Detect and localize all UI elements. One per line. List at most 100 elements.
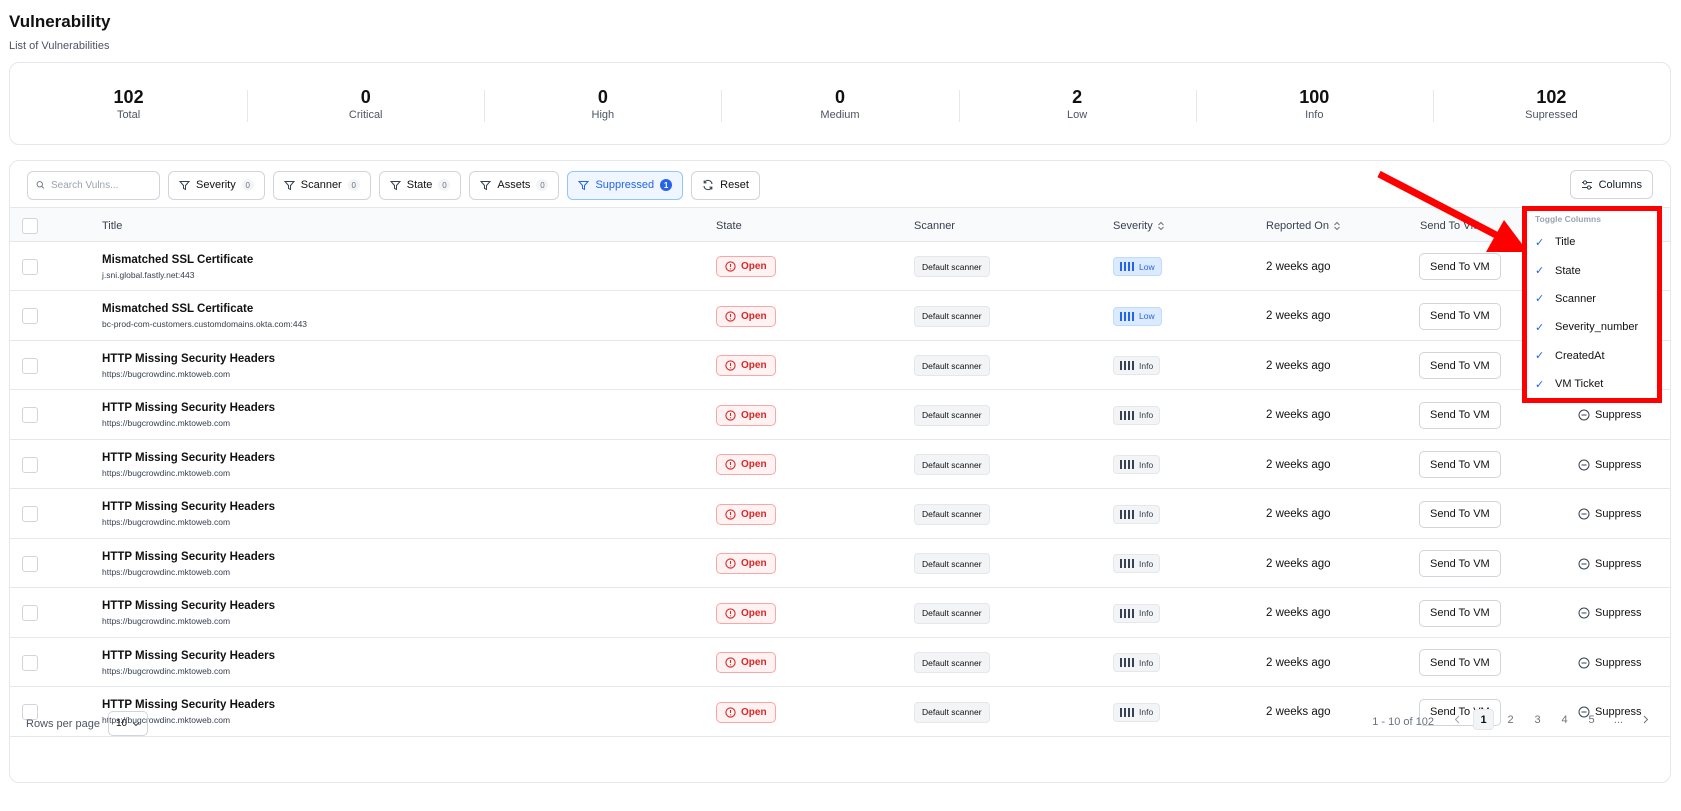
reset-button[interactable]: Reset <box>691 170 760 200</box>
severity-label: Info <box>1139 360 1154 371</box>
stat-value: 102 <box>1536 87 1567 107</box>
suppress-button[interactable]: Suppress <box>1578 459 1641 471</box>
filter-state-button[interactable]: State 0 <box>378 170 462 200</box>
page-1-button[interactable]: 1 <box>1473 709 1494 730</box>
page-3-button[interactable]: 3 <box>1527 709 1548 730</box>
column-toggle-severity-number[interactable]: ✓ Severity_number <box>1535 313 1649 341</box>
reported-on: 2 weeks ago <box>1266 607 1331 619</box>
filter-count-badge: 0 <box>536 179 549 191</box>
suppress-button[interactable]: Suppress <box>1578 657 1641 669</box>
vuln-title[interactable]: HTTP Missing Security Headers <box>102 600 275 612</box>
severity-label: Low <box>1139 311 1155 321</box>
severity-badge: Info <box>1113 455 1161 474</box>
table-row[interactable]: Mismatched SSL Certificate bc-prod-com-cu… <box>10 292 1670 341</box>
table-row[interactable]: Mismatched SSL Certificate j.sni.global.f… <box>10 242 1670 291</box>
next-page-button[interactable] <box>1635 709 1656 730</box>
table-row[interactable]: HTTP Missing Security Headers https://bug… <box>10 440 1670 489</box>
severity-bars-icon <box>1120 608 1134 618</box>
prev-page-button[interactable] <box>1446 709 1467 730</box>
vuln-title[interactable]: HTTP Missing Security Headers <box>102 650 275 662</box>
header-severity[interactable]: Severity <box>1113 208 1165 243</box>
vuln-title[interactable]: HTTP Missing Security Headers <box>102 452 275 464</box>
row-checkbox[interactable] <box>22 605 38 621</box>
alert-circle-icon <box>725 360 736 371</box>
search-input[interactable] <box>51 179 151 191</box>
header-state[interactable]: State <box>716 208 742 243</box>
column-toggle-title[interactable]: ✓ Title <box>1535 228 1649 256</box>
table-row[interactable]: HTTP Missing Security Headers https://bug… <box>10 589 1670 638</box>
search-box[interactable] <box>27 170 160 200</box>
send-to-vm-button[interactable]: Send To VM <box>1419 451 1501 478</box>
send-to-vm-button[interactable]: Send To VM <box>1419 649 1501 676</box>
suppress-label: Suppress <box>1595 557 1642 570</box>
send-to-vm-button[interactable]: Send To VM <box>1419 599 1501 627</box>
header-scanner[interactable]: Scanner <box>914 208 955 243</box>
header-reported[interactable]: Reported On <box>1266 208 1341 243</box>
row-checkbox[interactable] <box>22 654 38 671</box>
send-to-vm-button[interactable]: Send To VM <box>1419 253 1501 280</box>
row-checkbox-cell <box>22 539 38 588</box>
vuln-title[interactable]: HTTP Missing Security Headers <box>102 501 275 513</box>
send-to-vm-button[interactable]: Send To VM <box>1419 401 1501 429</box>
row-checkbox[interactable] <box>22 456 38 473</box>
table-row[interactable]: HTTP Missing Security Headers https://bug… <box>10 490 1670 539</box>
header-title[interactable]: Title <box>102 208 122 243</box>
vuln-title[interactable]: HTTP Missing Security Headers <box>102 353 275 365</box>
send-cell: Send To VM <box>1419 440 1501 489</box>
row-checkbox[interactable] <box>22 357 38 374</box>
row-checkbox[interactable] <box>22 258 38 275</box>
row-checkbox[interactable] <box>22 407 38 423</box>
filter-label: Scanner <box>300 179 342 191</box>
column-toggle-state[interactable]: ✓ State <box>1535 256 1649 284</box>
page-range: 1 - 10 of 102 <box>1372 716 1434 728</box>
send-to-vm-button[interactable]: Send To VM <box>1419 352 1501 379</box>
stat-medium: 0 Medium <box>721 86 958 122</box>
filter-severity-button[interactable]: Severity 0 <box>168 170 265 200</box>
severity-cell: Info <box>1113 589 1161 638</box>
column-toggle-created-at[interactable]: ✓ CreatedAt <box>1535 342 1649 370</box>
alert-circle-icon <box>725 261 736 272</box>
suppress-button[interactable]: Suppress <box>1578 558 1641 570</box>
send-to-vm-button[interactable]: Send To VM <box>1419 500 1501 528</box>
suppress-button[interactable]: Suppress <box>1578 508 1641 520</box>
chevron-down-icon <box>132 721 140 726</box>
stat-value: 0 <box>597 87 608 107</box>
rows-per-page-select[interactable]: 10 <box>108 711 149 736</box>
row-checkbox[interactable] <box>22 506 38 522</box>
table-row[interactable]: HTTP Missing Security Headers https://bug… <box>10 341 1670 390</box>
severity-bars-icon <box>1120 262 1134 271</box>
severity-label: Info <box>1139 509 1154 519</box>
table-row[interactable]: HTTP Missing Security Headers https://bug… <box>10 638 1670 687</box>
columns-button[interactable]: Columns <box>1569 170 1653 199</box>
filter-scanner-button[interactable]: Scanner 0 <box>272 170 371 200</box>
title-cell: Mismatched SSL Certificate j.sni.global.f… <box>102 242 253 291</box>
page-2-button[interactable]: 2 <box>1500 709 1521 730</box>
filter-assets-button[interactable]: Assets 0 <box>469 170 560 200</box>
select-all-checkbox[interactable] <box>22 217 38 234</box>
column-toggle-vm-ticket[interactable]: ✓ VM Ticket <box>1535 370 1649 398</box>
rows-per-page: Rows per page 10 <box>26 711 149 736</box>
severity-label: Low <box>1139 261 1155 272</box>
suppress-button[interactable]: Suppress <box>1578 409 1641 421</box>
alert-circle-icon <box>725 459 736 470</box>
vuln-title[interactable]: HTTP Missing Security Headers <box>102 551 275 563</box>
header-send[interactable]: Send To VM <box>1420 208 1480 243</box>
column-toggle-scanner[interactable]: ✓ Scanner <box>1535 285 1649 313</box>
table-row[interactable]: HTTP Missing Security Headers https://bug… <box>10 391 1670 440</box>
send-cell: Send To VM <box>1419 341 1501 390</box>
suppress-cell: Suppress <box>1578 490 1641 539</box>
row-checkbox[interactable] <box>22 555 38 572</box>
suppress-button[interactable]: Suppress <box>1578 607 1641 619</box>
send-to-vm-button[interactable]: Send To VM <box>1419 550 1501 577</box>
page-5-button[interactable]: 5 <box>1581 709 1602 730</box>
filter-suppressed-button[interactable]: Suppressed 1 <box>567 170 684 200</box>
send-to-vm-button[interactable]: Send To VM <box>1419 302 1501 330</box>
table-row[interactable]: HTTP Missing Security Headers https://bug… <box>10 539 1670 588</box>
page-4-button[interactable]: 4 <box>1554 709 1575 730</box>
vuln-title[interactable]: Mismatched SSL Certificate <box>102 303 253 315</box>
vuln-title[interactable]: Mismatched SSL Certificate <box>102 254 253 266</box>
page-subtitle: List of Vulnerabilities <box>9 40 110 52</box>
row-checkbox-cell <box>22 490 38 539</box>
row-checkbox[interactable] <box>22 308 38 324</box>
vuln-title[interactable]: HTTP Missing Security Headers <box>102 402 275 414</box>
